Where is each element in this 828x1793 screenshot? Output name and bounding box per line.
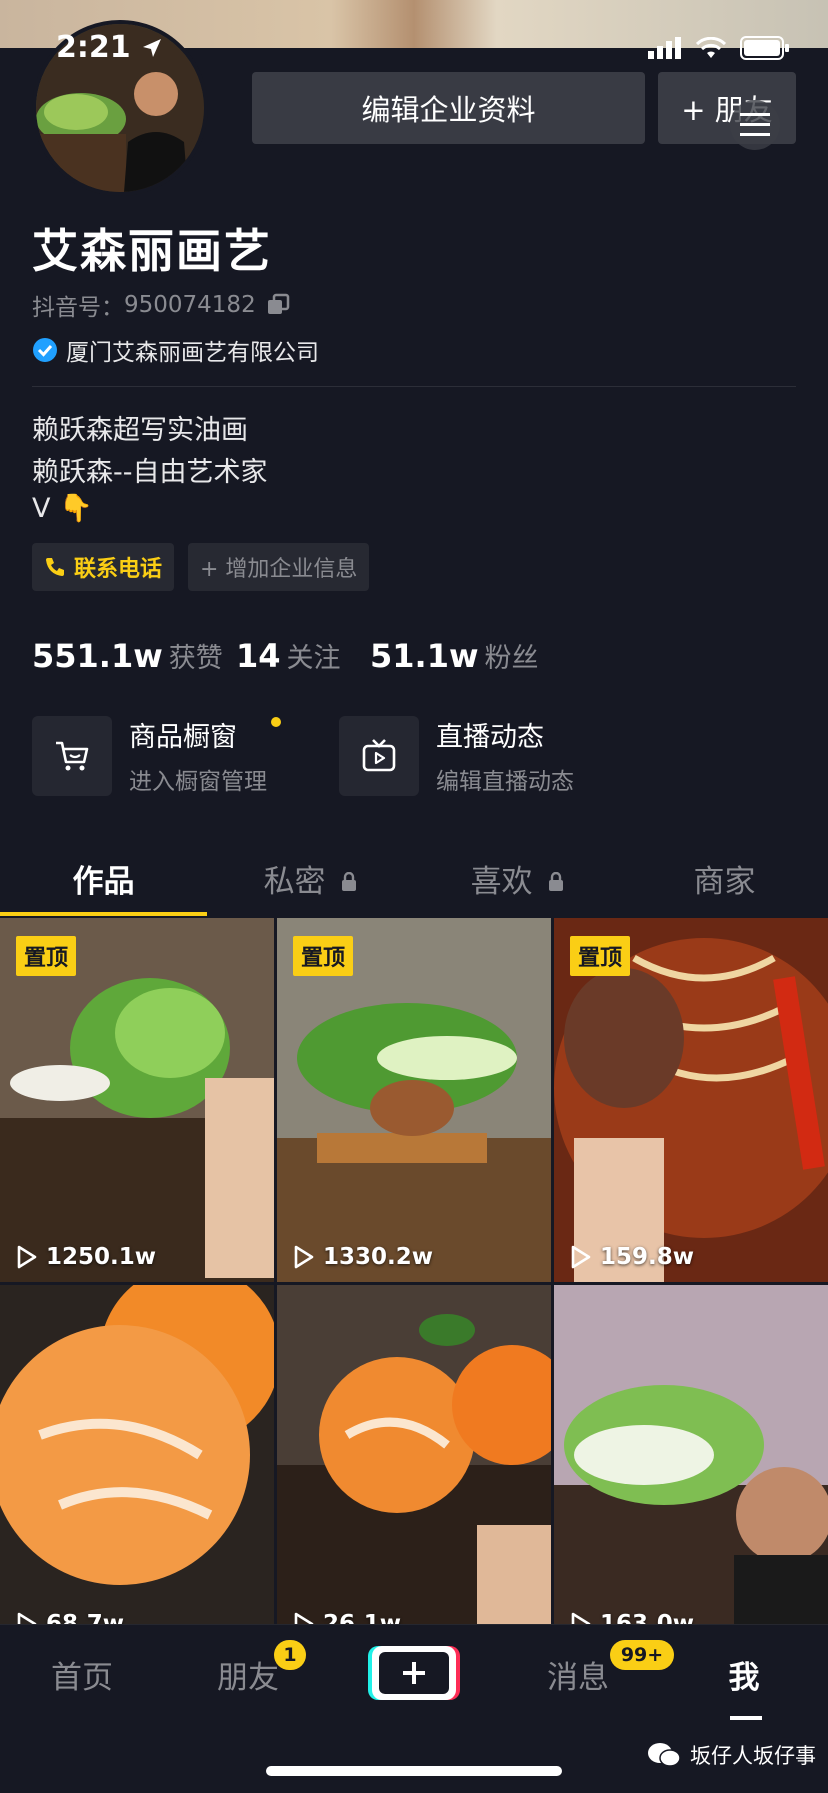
nav-home[interactable]: 首页 bbox=[22, 1652, 142, 1697]
pinned-badge: 置顶 bbox=[570, 936, 631, 976]
hamburger-menu-icon[interactable] bbox=[730, 100, 780, 150]
notification-dot bbox=[271, 717, 281, 727]
plus-icon bbox=[403, 1662, 425, 1684]
pinned-badge: 置顶 bbox=[16, 936, 77, 976]
tab-private[interactable]: 私密 bbox=[207, 856, 414, 901]
video-thumbnail[interactable]: 163.0w bbox=[554, 1285, 828, 1649]
bio-line-2: 赖跃森--自由艺术家 bbox=[32, 457, 268, 488]
bio-line-1: 赖跃森超写实油画 bbox=[32, 415, 248, 446]
play-icon bbox=[294, 1245, 314, 1269]
video-thumbnail[interactable]: 68.7w bbox=[0, 1285, 274, 1649]
bio-line-3: V 👇 bbox=[32, 493, 93, 524]
status-icons bbox=[648, 36, 790, 60]
video-thumbnail[interactable]: 置顶 159.8w bbox=[554, 918, 828, 1282]
lock-icon bbox=[342, 871, 357, 891]
nav-me[interactable]: 我 bbox=[684, 1652, 804, 1697]
tab-works[interactable]: 作品 bbox=[0, 856, 207, 901]
play-icon bbox=[17, 1245, 37, 1269]
play-icon bbox=[571, 1245, 591, 1269]
tab-merchant[interactable]: 商家 bbox=[621, 856, 828, 901]
feature-shop-title: 商品橱窗 bbox=[129, 722, 237, 753]
feature-live-title: 直播动态 bbox=[436, 722, 544, 753]
create-button[interactable] bbox=[368, 1646, 460, 1700]
active-tab-indicator bbox=[0, 912, 207, 916]
phone-icon bbox=[46, 558, 64, 576]
profile-name: 艾森丽画艺 bbox=[32, 224, 272, 278]
douyin-id: 抖音号： 950074182 bbox=[32, 288, 292, 322]
feature-live-subtitle: 编辑直播动态 bbox=[436, 769, 574, 795]
verified-company[interactable]: 厦门艾森丽画艺有限公司 bbox=[32, 333, 319, 367]
wifi-icon bbox=[696, 37, 726, 58]
location-arrow-icon bbox=[143, 39, 162, 57]
active-nav-indicator bbox=[730, 1716, 762, 1720]
wechat-icon bbox=[648, 1743, 681, 1767]
status-time: 2:21 bbox=[56, 30, 163, 65]
add-company-info-tag[interactable]: + 增加企业信息 bbox=[188, 543, 370, 591]
divider bbox=[32, 386, 796, 387]
friends-badge: 1 bbox=[274, 1640, 306, 1670]
stat-followers[interactable]: 51.1w 粉丝 bbox=[370, 636, 539, 675]
feature-live[interactable]: 直播动态 编辑直播动态 bbox=[339, 715, 574, 796]
stat-following[interactable]: 14 关注 bbox=[236, 636, 341, 675]
video-thumbnail[interactable]: 置顶 1330.2w bbox=[277, 918, 551, 1282]
lock-icon bbox=[549, 871, 564, 891]
feature-shop-subtitle: 进入橱窗管理 bbox=[129, 769, 267, 795]
contact-phone-tag[interactable]: 联系电话 bbox=[32, 543, 175, 591]
video-thumbnail[interactable]: 置顶 1250.1w bbox=[0, 918, 274, 1282]
tv-icon bbox=[339, 715, 419, 796]
watermark: 坂仔人坂仔事 bbox=[646, 1740, 816, 1770]
tab-likes[interactable]: 喜欢 bbox=[414, 856, 621, 901]
stat-likes[interactable]: 551.1w 获赞 bbox=[32, 636, 223, 675]
messages-badge: 99+ bbox=[610, 1640, 674, 1670]
video-thumbnail[interactable]: 26.1w bbox=[277, 1285, 551, 1649]
copy-icon[interactable] bbox=[266, 292, 292, 318]
battery-icon bbox=[740, 36, 789, 60]
cart-icon bbox=[32, 715, 112, 796]
view-count: 159.8w bbox=[570, 1244, 694, 1270]
signal-icon bbox=[648, 37, 681, 59]
edit-profile-button[interactable]: 编辑企业资料 bbox=[252, 72, 645, 144]
pinned-badge: 置顶 bbox=[293, 936, 354, 976]
view-count: 1250.1w bbox=[16, 1244, 156, 1270]
feature-shop-window[interactable]: 商品橱窗 进入橱窗管理 bbox=[32, 715, 281, 796]
home-indicator bbox=[266, 1766, 562, 1776]
verified-check-icon bbox=[33, 338, 57, 362]
view-count: 1330.2w bbox=[293, 1244, 433, 1270]
